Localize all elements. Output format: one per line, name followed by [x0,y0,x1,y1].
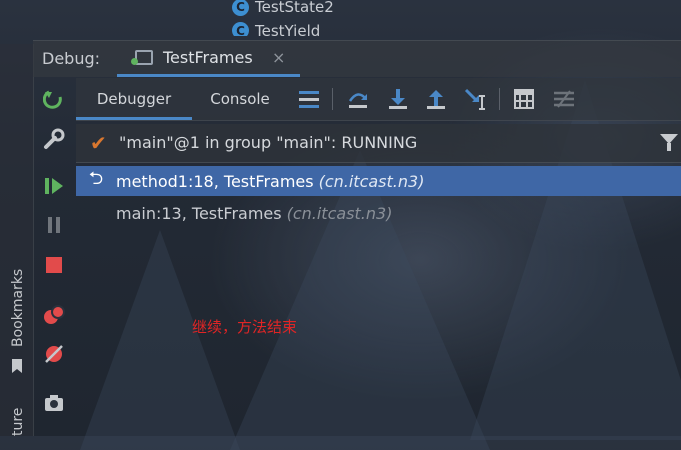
resume-icon[interactable] [42,174,66,198]
run-to-cursor-icon[interactable] [464,87,488,111]
class-icon: C [232,0,249,16]
class-icon: C [232,22,249,36]
settings-wrench-icon[interactable] [42,127,66,151]
tab-console-label: Console [210,90,270,108]
mute-breakpoints-icon[interactable] [42,342,66,366]
filter-icon[interactable] [660,134,678,151]
camera-icon[interactable] [42,391,66,415]
frame-package: (cn.itcast.n3) [318,171,425,191]
thread-status: "main"@1 in group "main": RUNNING [119,133,418,152]
pause-icon[interactable] [42,213,66,237]
step-out-icon[interactable] [424,87,448,111]
frame-package: (cn.itcast.n3) [286,203,393,223]
structure-side-tab[interactable]: ture [10,408,26,436]
background-tree [80,230,240,450]
view-breakpoints-icon[interactable] [42,303,66,327]
file-name: TestYield [255,22,321,36]
show-execution-point-icon[interactable] [297,87,321,111]
trace-icon[interactable] [552,87,576,111]
tab-console[interactable]: Console [196,78,284,120]
left-tool-stripe [0,44,34,436]
step-over-icon[interactable] [346,87,370,111]
rerun-icon[interactable] [42,88,66,112]
step-into-icon[interactable] [386,87,410,111]
tab-testframes[interactable]: TestFrames × [117,41,300,77]
annotation-text: 继续，方法结束 [192,318,298,336]
stack-frame-row[interactable]: ⮌ method1:18, TestFrames (cn.itcast.n3) [76,166,681,196]
file-name: TestState2 [255,0,334,16]
toolbar-separator [332,88,333,110]
tab-debugger-label: Debugger [96,90,172,108]
file-list-item[interactable]: C TestYield [232,22,320,36]
debug-tool-window-header: Debug: TestFrames × [33,40,681,77]
frame-method: main:13, TestFrames [116,203,282,223]
evaluate-expression-icon[interactable] [512,87,536,111]
toolbar-separator [499,88,500,110]
debug-label: Debug: [42,49,101,68]
thread-selector[interactable]: ✔ "main"@1 in group "main": RUNNING [76,124,681,163]
tab-label: TestFrames [163,48,253,67]
debug-session-icon [131,50,153,65]
close-icon[interactable]: × [272,48,285,67]
return-icon: ⮌ [88,168,104,189]
bookmarks-side-tab[interactable]: Bookmarks [10,269,26,347]
file-list-item[interactable]: C TestState2 [232,0,334,17]
bookmark-icon [11,358,23,373]
stack-frame-row[interactable]: main:13, TestFrames (cn.itcast.n3) [76,198,681,228]
active-tab-indicator [117,74,300,77]
check-icon: ✔ [90,131,107,155]
debugger-toolbar: Debugger Console [76,78,681,121]
tab-debugger[interactable]: Debugger [76,78,192,120]
frame-method: method1:18, TestFrames [116,171,314,191]
stop-icon[interactable] [42,253,66,277]
